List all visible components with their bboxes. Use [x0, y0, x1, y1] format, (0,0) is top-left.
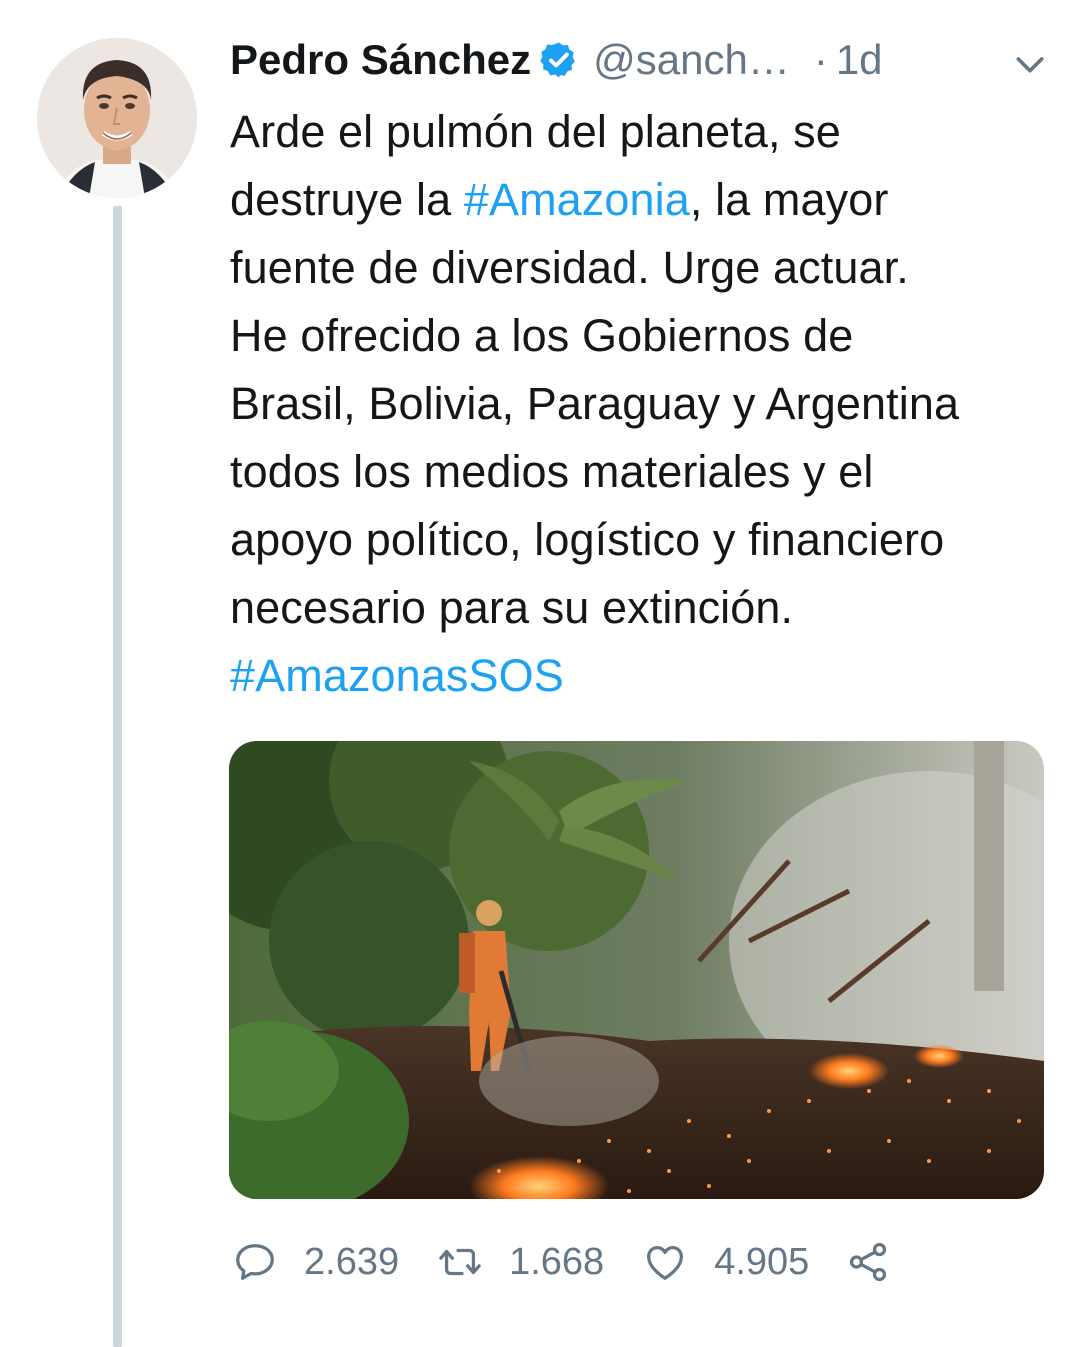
tweet-timestamp[interactable]: 1d — [836, 36, 883, 84]
share-icon — [850, 1242, 887, 1282]
tweet-text-line: todos los medios materiales y el — [230, 446, 874, 497]
author-avatar[interactable] — [37, 38, 197, 198]
like-button[interactable]: 4.905 — [642, 1239, 809, 1285]
header-separator: · — [813, 36, 828, 83]
tweet-text-line: Brasil, Bolivia, Paraguay y Argentina — [230, 378, 960, 429]
tweet-header: Pedro Sánchez @sanch… · 1d — [230, 30, 1050, 90]
tweet-action-bar: 2.639 1.668 4.905 — [232, 1232, 952, 1292]
avatar-portrait-image — [37, 38, 197, 198]
tweet-text-line: Arde el pulmón del planeta, se — [230, 106, 841, 157]
retweet-icon — [439, 1248, 481, 1276]
verified-badge-icon — [540, 42, 575, 78]
like-count: 4.905 — [714, 1240, 810, 1283]
author-handle[interactable]: @sanch… — [593, 36, 790, 84]
hashtag-link-amazonia[interactable]: #Amazonia — [464, 174, 690, 225]
heart-icon — [647, 1246, 684, 1280]
tweet-text-line: fuente de diversidad. Urge actuar. — [230, 242, 909, 293]
tweet-text-line: apoyo político, logístico y financiero — [230, 514, 945, 565]
reply-button[interactable]: 2.639 — [232, 1239, 399, 1285]
chevron-down-icon[interactable] — [1010, 44, 1050, 84]
forest-fire-photo — [229, 741, 1044, 1199]
tweet-text-line: He ofrecido a los Gobiernos de — [230, 310, 854, 361]
tweet-text: Arde el pulmón del planeta, se destruye … — [230, 98, 1060, 710]
reply-count: 2.639 — [304, 1240, 400, 1283]
tweet-text-line: destruye la #Amazonia, la mayor — [230, 166, 1060, 234]
thread-connector-line — [113, 206, 122, 1347]
tweet-text-segment: destruye la — [230, 174, 464, 225]
tweet-text-line: necesario para su extinción. — [230, 582, 794, 633]
retweet-button[interactable]: 1.668 — [437, 1239, 604, 1285]
reply-bubble-icon — [236, 1244, 274, 1280]
tweet-media-image[interactable] — [229, 741, 1044, 1199]
retweet-count: 1.668 — [509, 1240, 605, 1283]
hashtag-link-amazonassos[interactable]: #AmazonasSOS — [230, 642, 1060, 710]
share-button[interactable] — [845, 1239, 891, 1285]
tweet-text-segment: , la mayor — [689, 174, 889, 225]
author-name[interactable]: Pedro Sánchez — [230, 36, 531, 84]
